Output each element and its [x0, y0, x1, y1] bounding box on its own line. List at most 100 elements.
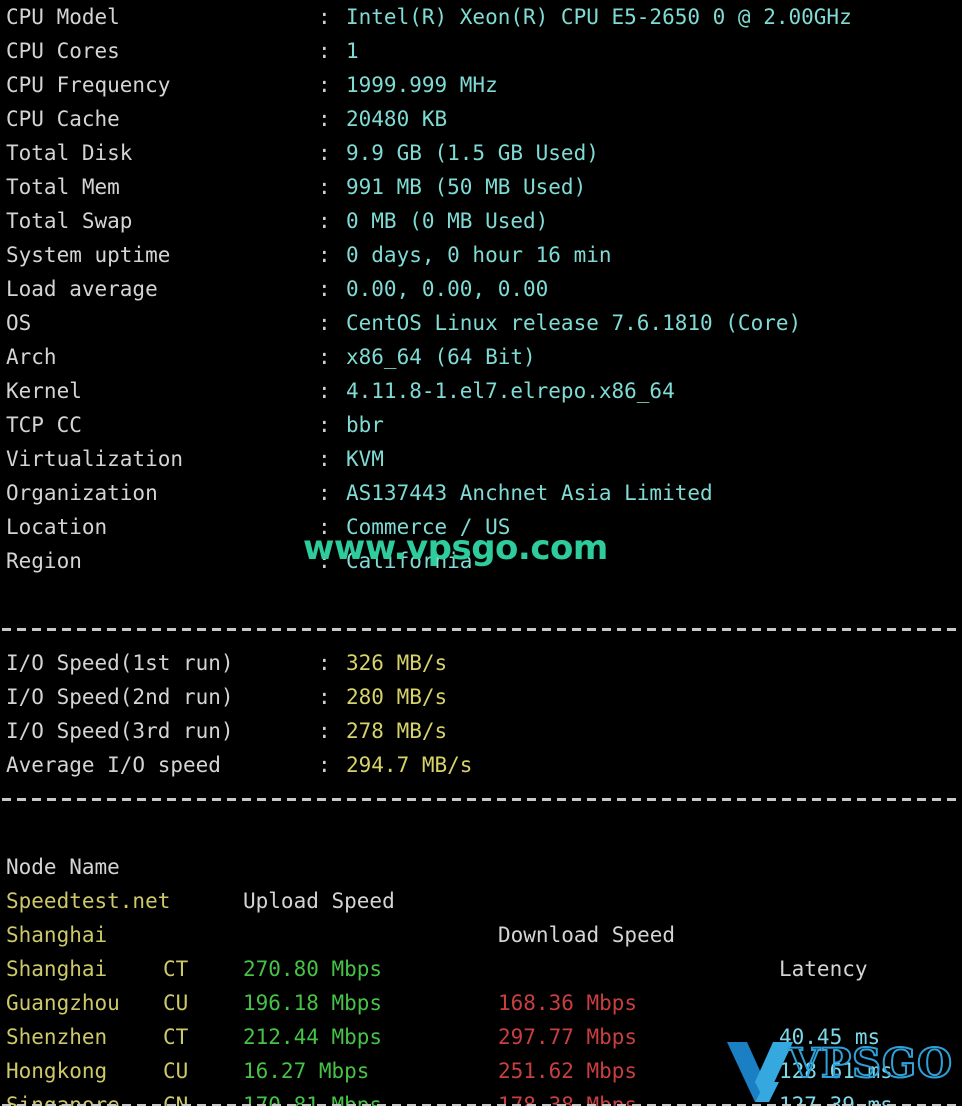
info-row: OS: CentOS Linux release 7.6.1810 (Core) [0, 306, 962, 340]
info-colon: : [318, 141, 331, 165]
table-row: Shanghai CU 212.44 Mbps 251.62 Mbps 127.… [0, 918, 962, 1106]
info-row: Virtualization: KVM [0, 442, 962, 476]
info-row: TCP CC: bbr [0, 408, 962, 442]
info-row: CPU Model: Intel(R) Xeon(R) CPU E5-2650 0… [0, 0, 962, 34]
info-value: 0 MB (0 MB Used) [346, 209, 549, 233]
info-row: CPU Frequency:1999.999 MHz [0, 68, 962, 102]
io-label: I/O Speed(1st run) [6, 651, 234, 675]
table-row: Shanghai CT 196.18 Mbps 297.77 Mbps 128.… [0, 884, 962, 1083]
info-colon: : [318, 515, 331, 539]
info-row: Kernel:4.11.8-1.el7.elrepo.x86_64 [0, 374, 962, 408]
table-row: Hongkong CN 154.65 Mbps 296.28 Mbps 149.… [0, 1020, 962, 1106]
info-label: TCP CC [6, 413, 82, 437]
info-colon: : [318, 243, 331, 267]
io-colon: : [318, 719, 331, 743]
info-label: OS [6, 311, 32, 335]
info-value: 1999.999 MHz [346, 73, 498, 97]
info-row: System uptime:0 days, 0 hour 16 min [0, 238, 962, 272]
info-label: CPU Cache [6, 107, 120, 131]
io-row: I/O Speed(3rd run):278 MB/s [0, 714, 962, 748]
info-colon: : [318, 107, 331, 131]
io-colon: : [318, 685, 331, 709]
io-value: 294.7 MB/s [346, 753, 473, 777]
info-label: Kernel [6, 379, 82, 403]
info-colon: : [318, 39, 331, 63]
info-row: Organization: AS137443 Anchnet Asia Limit… [0, 476, 962, 510]
separator-line [0, 782, 962, 816]
info-label: System uptime [6, 243, 171, 267]
info-row: Load average:0.00, 0.00, 0.00 [0, 272, 962, 306]
info-label: Virtualization [6, 447, 184, 471]
io-speed-section: I/O Speed(1st run):326 MB/s I/O Speed(2n… [0, 646, 962, 782]
info-label: Load average [6, 277, 158, 301]
info-colon: : [318, 277, 331, 301]
info-value: bbr [346, 413, 384, 437]
info-value: KVM [346, 447, 384, 471]
info-value: 4.11.8-1.el7.elrepo.x86_64 [346, 379, 675, 403]
info-label: Total Disk [6, 141, 133, 165]
info-value: 9.9 GB (1.5 GB Used) [346, 141, 599, 165]
terminal-output: CPU Model: Intel(R) Xeon(R) CPU E5-2650 0… [0, 0, 962, 1106]
info-colon: : [318, 5, 331, 29]
info-colon: : [318, 379, 331, 403]
io-label: I/O Speed(2nd run) [6, 685, 234, 709]
io-label: I/O Speed(3rd run) [6, 719, 234, 743]
info-label: Total Swap [6, 209, 133, 233]
info-value: 0 days, 0 hour 16 min [346, 243, 612, 267]
info-label: Organization [6, 481, 158, 505]
info-colon: : [318, 175, 331, 199]
info-value: 1 [346, 39, 359, 63]
info-value: AS137443 Anchnet Asia Limited [346, 481, 713, 505]
io-value: 326 MB/s [346, 651, 448, 675]
info-value: 0.00, 0.00, 0.00 [346, 277, 549, 301]
info-value: 20480 KB [346, 107, 448, 131]
info-value: x86_64 (64 Bit) [346, 345, 536, 369]
info-row: Total Disk:9.9 GB (1.5 GB Used) [0, 136, 962, 170]
speedtest-table: Node Name Upload Speed Download Speed La… [0, 816, 962, 1106]
info-colon: : [318, 345, 331, 369]
dashed-rule [2, 797, 962, 801]
table-row: Singapore SG 185.75 Mbps 231.90 Mbps 184… [0, 1054, 962, 1106]
info-colon: : [318, 209, 331, 233]
info-row: Location: Commerce / US [0, 510, 962, 544]
info-label: Location [6, 515, 108, 539]
io-value: 278 MB/s [346, 719, 448, 743]
io-label: Average I/O speed [6, 753, 221, 777]
info-colon: : [318, 413, 331, 437]
separator-line-bottom [0, 1088, 962, 1106]
table-row: Guangzhou CT 16.27 Mbps 178.38 Mbps 155.… [0, 952, 962, 1106]
info-value: California [346, 549, 473, 573]
info-value: Commerce / US [346, 515, 511, 539]
io-colon: : [318, 753, 331, 777]
info-colon: : [318, 447, 331, 471]
info-label: CPU Cores [6, 39, 120, 63]
info-value: Intel(R) Xeon(R) CPU E5-2650 0 @ 2.00GHz [346, 5, 852, 29]
info-label: CPU Frequency [6, 73, 171, 97]
io-row: I/O Speed(2nd run):280 MB/s [0, 680, 962, 714]
io-row: Average I/O speed:294.7 MB/s [0, 748, 962, 782]
table-row: Speedtest.net 270.80 Mbps 168.36 Mbps 40… [0, 850, 962, 1049]
io-row: I/O Speed(1st run):326 MB/s [0, 646, 962, 680]
info-row: Total Mem:991 MB (50 MB Used) [0, 170, 962, 204]
info-colon: : [318, 549, 331, 573]
io-colon: : [318, 651, 331, 675]
separator-line [0, 612, 962, 646]
io-value: 280 MB/s [346, 685, 448, 709]
info-row: CPU Cache:20480 KB [0, 102, 962, 136]
info-row: Total Swap:0 MB (0 MB Used) [0, 204, 962, 238]
info-label: Arch [6, 345, 57, 369]
info-row: Arch: x86_64 (64 Bit) [0, 340, 962, 374]
info-value: 991 MB (50 MB Used) [346, 175, 587, 199]
info-value: CentOS Linux release 7.6.1810 (Core) [346, 311, 802, 335]
info-label: CPU Model [6, 5, 120, 29]
info-colon: : [318, 311, 331, 335]
table-header-row: Node Name Upload Speed Download Speed La… [0, 816, 962, 981]
system-info-section: CPU Model: Intel(R) Xeon(R) CPU E5-2650 0… [0, 0, 962, 578]
table-row: Shenzhen CU 170.81 Mbps 98.54 Mbps 161.4… [0, 986, 962, 1106]
info-row: Region: California [0, 544, 962, 578]
info-row: CPU Cores:1 [0, 34, 962, 68]
info-label: Region [6, 549, 82, 573]
info-label: Total Mem [6, 175, 120, 199]
dashed-rule [2, 627, 962, 631]
